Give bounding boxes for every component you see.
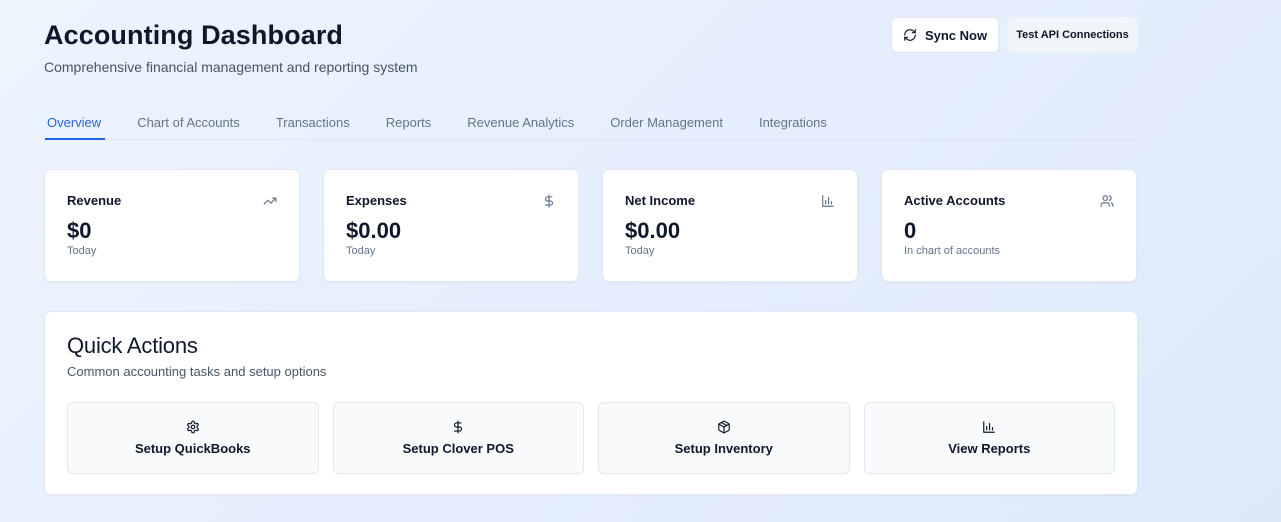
tab-overview[interactable]: Overview	[43, 108, 106, 140]
page-title: Accounting Dashboard	[44, 20, 344, 50]
stat-card-expenses: Expenses $0.00 Today	[323, 169, 579, 282]
stat-value: $0.00	[346, 218, 402, 243]
stat-title: Active Accounts	[904, 193, 1006, 208]
stat-value: 0	[904, 218, 917, 243]
tab-order-management[interactable]: Order Management	[606, 108, 727, 140]
quick-action-label: Setup QuickBooks	[134, 440, 251, 456]
stat-subtext: Today	[67, 245, 97, 257]
stat-subtext: In chart of accounts	[904, 245, 1000, 257]
dollar-icon	[451, 420, 465, 434]
stat-card-net-income: Net Income $0.00 Today	[602, 169, 858, 282]
tab-integrations[interactable]: Integrations	[755, 108, 831, 140]
tab-bar: Overview Chart of Accounts Transactions …	[44, 108, 1137, 140]
sync-now-button[interactable]: Sync Now	[891, 17, 999, 53]
page-subtitle: Comprehensive financial management and r…	[44, 59, 418, 75]
quick-actions-title: Quick Actions	[67, 333, 198, 358]
tab-transactions[interactable]: Transactions	[272, 108, 354, 140]
tab-reports[interactable]: Reports	[382, 108, 436, 140]
quick-action-label: Setup Inventory	[674, 440, 773, 456]
setup-quickbooks-button[interactable]: Setup QuickBooks	[67, 402, 319, 474]
gear-icon	[186, 420, 200, 434]
package-icon	[717, 420, 731, 434]
quick-actions-card: Quick Actions Common accounting tasks an…	[44, 311, 1138, 495]
page-header: Accounting Dashboard Comprehensive finan…	[44, 18, 418, 76]
setup-inventory-button[interactable]: Setup Inventory	[598, 402, 850, 474]
users-icon	[1100, 194, 1114, 208]
dollar-icon	[542, 194, 556, 208]
header-actions: Sync Now Test API Connections	[891, 17, 1138, 53]
refresh-icon	[903, 28, 917, 42]
stat-title: Net Income	[625, 193, 696, 208]
stat-value: $0	[67, 218, 92, 243]
stat-title: Expenses	[346, 193, 407, 208]
stats-row: Revenue $0 Today Expenses $0.00 Today Ne…	[44, 169, 1137, 282]
tab-chart-of-accounts[interactable]: Chart of Accounts	[133, 108, 244, 140]
stat-subtext: Today	[346, 245, 376, 257]
bar-chart-icon	[821, 194, 835, 208]
sync-now-label: Sync Now	[924, 27, 988, 43]
view-reports-button[interactable]: View Reports	[863, 402, 1115, 474]
setup-clover-pos-button[interactable]: Setup Clover POS	[332, 402, 584, 474]
quick-actions-subtitle: Common accounting tasks and setup option…	[67, 364, 327, 379]
stat-card-active-accounts: Active Accounts 0 In chart of accounts	[881, 169, 1137, 282]
bar-chart-icon	[982, 420, 996, 434]
stat-subtext: Today	[625, 245, 655, 257]
stat-card-revenue: Revenue $0 Today	[44, 169, 300, 282]
quick-action-label: View Reports	[948, 440, 1031, 456]
stat-value: $0.00	[625, 218, 681, 243]
quick-action-label: Setup Clover POS	[402, 440, 514, 456]
tab-revenue-analytics[interactable]: Revenue Analytics	[463, 108, 578, 140]
quick-actions-grid: Setup QuickBooks Setup Clover POS Setup …	[67, 402, 1115, 474]
test-api-connections-button[interactable]: Test API Connections	[1007, 17, 1138, 53]
trending-up-icon	[263, 194, 277, 208]
stat-title: Revenue	[67, 193, 122, 208]
